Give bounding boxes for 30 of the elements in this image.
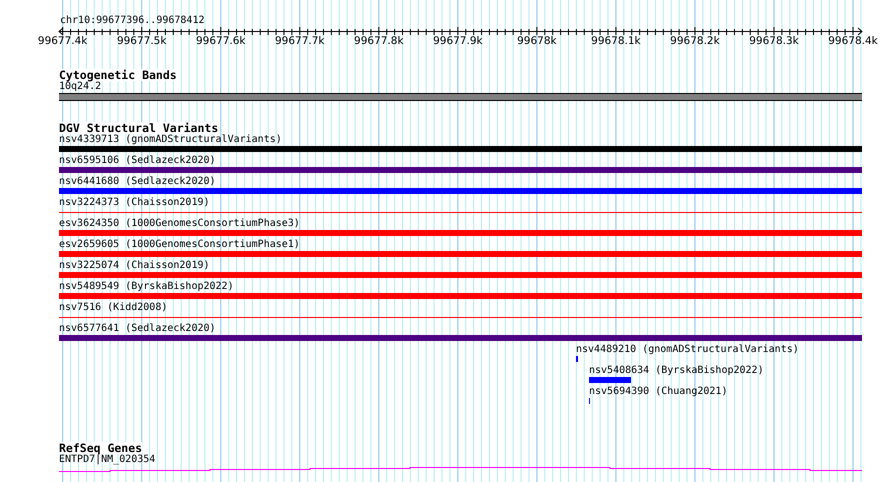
variant-label: nsv3225074 (Chaisson2019)	[59, 260, 210, 272]
tick-label: 99677.8k	[354, 35, 404, 47]
track-title: Cytogenetic Bands	[59, 69, 177, 81]
tick-label: 99677.4k	[38, 35, 88, 47]
variant-label: esv2659605 (1000GenomesConsortiumPhase1)	[59, 239, 300, 251]
variant-label: nsv3224373 (Chaisson2019)	[59, 197, 210, 209]
tick-label: 99677.9k	[433, 35, 483, 47]
variant-label: nsv4339713 (gnomADStructuralVariants)	[59, 134, 282, 146]
variant-label: esv3624350 (1000GenomesConsortiumPhase3)	[59, 218, 300, 230]
tick-label: 99678.3k	[749, 35, 799, 47]
variant-label: nsv7516 (Kidd2008)	[59, 302, 168, 314]
tick-label: 99677.5k	[116, 35, 166, 47]
variant-label: nsv6441680 (Sedlazeck2020)	[59, 176, 216, 188]
track-title: DGV Structural Variants	[59, 122, 218, 134]
gene-label: ENTPD7|NM_020354	[59, 454, 156, 466]
variant-label: nsv4489210 (gnomADStructuralVariants)	[576, 344, 799, 356]
variant-label: nsv6577641 (Sedlazeck2020)	[59, 323, 216, 335]
tick-label: 99678.1k	[591, 35, 641, 47]
tick-label: 99678.2k	[670, 35, 720, 47]
track-title: RefSeq Genes	[59, 442, 142, 454]
tick-label: 99677.6k	[196, 35, 246, 47]
tick-label: 99678k	[517, 35, 557, 47]
tick-label: 99677.7k	[275, 35, 325, 47]
variant-label: nsv5408634 (ByrskaBishop2022)	[589, 365, 764, 377]
location-label: chr10:99677396..99678412	[60, 15, 204, 27]
variant-label: nsv5694390 (Chuang2021)	[589, 386, 728, 398]
variant-label: nsv5489549 (ByrskaBishop2022)	[59, 281, 234, 293]
band-label: 10q24.2	[59, 81, 102, 93]
variant-label: nsv6595106 (Sedlazeck2020)	[59, 155, 216, 167]
tick-label: 99678.4k	[828, 35, 878, 47]
